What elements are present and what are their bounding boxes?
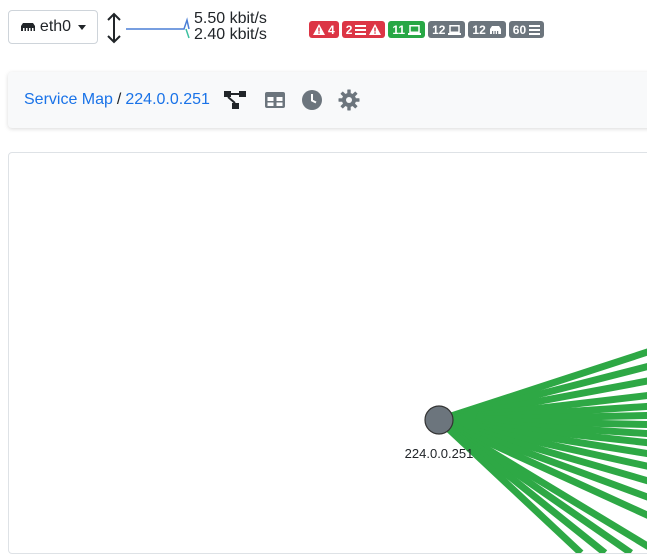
- warning-icon: [313, 24, 325, 35]
- service-map-canvas[interactable]: 224.0.0.251: [8, 152, 647, 554]
- laptop-icon: [408, 24, 422, 35]
- badge-count: 12: [432, 22, 446, 37]
- devices-badge[interactable]: 12: [468, 21, 506, 38]
- breadcrumb-service-map-link[interactable]: Service Map: [24, 91, 113, 108]
- flows-icon: [529, 24, 541, 35]
- local-hosts-badge[interactable]: 11: [388, 21, 426, 38]
- badge-count: 2: [345, 22, 353, 37]
- breadcrumb-bar: Service Map/224.0.0.251: [8, 72, 647, 128]
- badge-count: 4: [328, 22, 335, 37]
- traffic-rates: 5.50 kbit/s 2.40 kbit/s: [194, 11, 267, 43]
- network-card-icon: [489, 25, 501, 34]
- network-card-icon: [20, 23, 35, 31]
- flows-badge[interactable]: 60: [508, 21, 545, 38]
- chevron-down-icon: [78, 24, 87, 30]
- upload-rate: 5.50 kbit/s: [194, 10, 267, 27]
- table-icon[interactable]: [263, 88, 287, 112]
- badge-count: 11: [392, 22, 406, 37]
- up-down-arrows-icon: [107, 12, 121, 44]
- badge-count: 12: [472, 22, 486, 37]
- engaged-alerts-badge[interactable]: 4: [309, 21, 339, 38]
- traffic-sparkline: [126, 17, 190, 39]
- list-icon: [355, 24, 367, 35]
- laptop-icon: [448, 24, 462, 35]
- breadcrumb-separator: /: [116, 91, 122, 108]
- host-node-label: 224.0.0.251: [405, 446, 474, 461]
- interface-selector[interactable]: eth0: [8, 10, 98, 44]
- alert-badges: 4 2 11 12 12 60: [309, 21, 545, 38]
- flow-alerts-badge[interactable]: 2: [341, 21, 386, 38]
- badge-count: 60: [512, 22, 527, 37]
- download-rate: 2.40 kbit/s: [194, 26, 267, 43]
- service-map-icon[interactable]: [223, 88, 247, 112]
- interface-name: eth0: [39, 18, 72, 35]
- host-node[interactable]: [424, 405, 454, 435]
- service-map-graph: 224.0.0.251: [405, 348, 647, 553]
- breadcrumb-host-link[interactable]: 224.0.0.251: [125, 91, 210, 108]
- warning-icon: [369, 24, 382, 35]
- clock-icon[interactable]: [300, 88, 324, 112]
- gear-icon[interactable]: [337, 88, 361, 112]
- breadcrumb: Service Map/224.0.0.251: [24, 91, 210, 109]
- remote-hosts-badge[interactable]: 12: [428, 21, 466, 38]
